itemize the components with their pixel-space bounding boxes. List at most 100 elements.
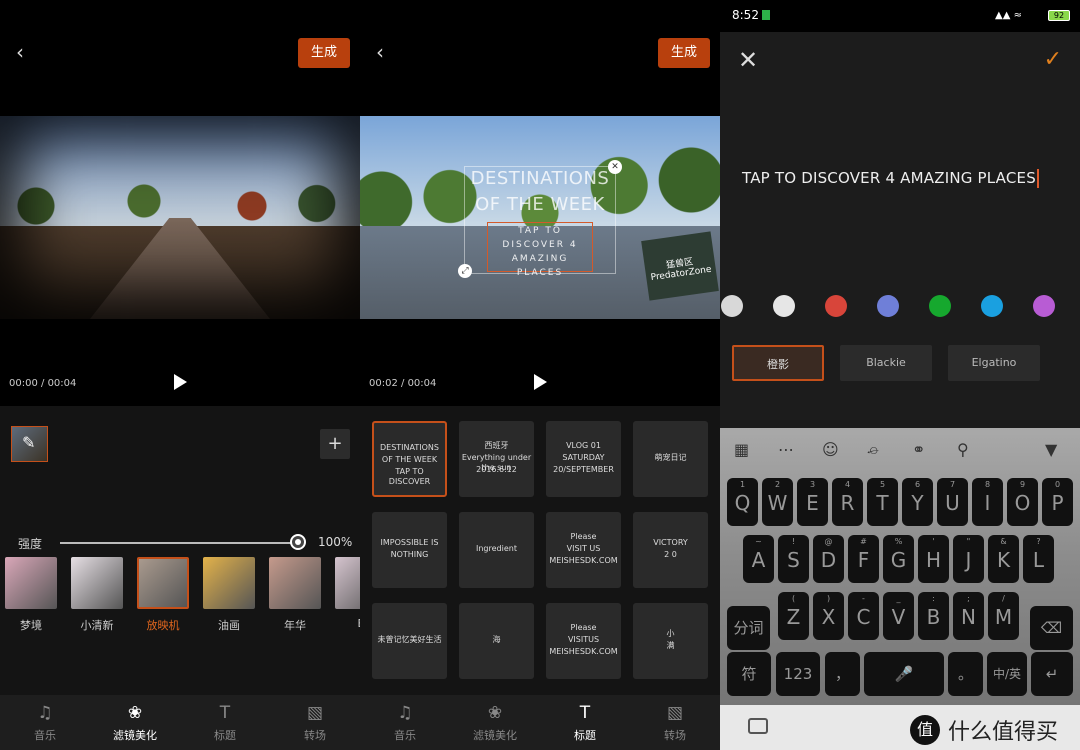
back-icon[interactable]: ‹ xyxy=(370,40,390,64)
key-period[interactable]: 。 xyxy=(948,652,983,696)
generate-button[interactable]: 生成 xyxy=(298,38,350,68)
title-template[interactable]: Please VISIT US MEISHESDK.COM xyxy=(546,512,621,588)
key-z[interactable]: (Z xyxy=(778,592,809,640)
key-b[interactable]: :B xyxy=(918,592,949,640)
key-x[interactable]: ) X xyxy=(813,592,844,640)
color-swatch[interactable] xyxy=(773,295,795,317)
font-option[interactable]: 橙影 xyxy=(732,345,824,381)
color-swatch[interactable] xyxy=(721,295,743,317)
title-template[interactable]: 小满 xyxy=(633,603,708,679)
key-y[interactable]: 6Y xyxy=(902,478,933,526)
link-icon[interactable]: ⚭ xyxy=(912,440,925,460)
nav-item[interactable]: ▧ 转场 xyxy=(270,695,360,750)
keyboard-layout-icon[interactable]: ⋯ xyxy=(778,440,794,460)
play-icon[interactable] xyxy=(174,374,187,390)
title-template[interactable]: 西班牙 Everything under the sun 2016.6.12 xyxy=(459,421,534,497)
key-backspace[interactable]: ⌫ xyxy=(1030,606,1073,650)
key-s[interactable]: ! S xyxy=(778,535,809,583)
filter-item[interactable]: 小清新 xyxy=(71,557,123,637)
template-text: NOTHING xyxy=(390,550,429,559)
title-template[interactable]: VICTORY 2 0 xyxy=(633,512,708,588)
font-option[interactable]: Elgatino xyxy=(948,345,1040,381)
filter-item[interactable]: 年华 xyxy=(269,557,321,637)
color-swatch[interactable] xyxy=(1033,295,1055,317)
key-e[interactable]: 3E xyxy=(797,478,828,526)
nav-item[interactable]: ❀ 滤镜美化 xyxy=(90,695,180,750)
key-q[interactable]: 1Q xyxy=(727,478,758,526)
collapse-keyboard-icon[interactable]: ▼ xyxy=(1045,440,1057,460)
key-fenci[interactable]: 分词 xyxy=(727,606,770,650)
confirm-check-icon[interactable]: ✓ xyxy=(1044,46,1062,74)
key-h[interactable]: ' H xyxy=(918,535,949,583)
key-l[interactable]: ? L xyxy=(1023,535,1054,583)
key-comma[interactable]: ， xyxy=(825,652,860,696)
template-text: 2 0 xyxy=(664,550,677,559)
overlay-close-icon[interactable]: ✕ xyxy=(608,160,622,174)
clip-thumbnail[interactable]: ✎ xyxy=(11,426,48,462)
filter-item[interactable]: 梦境 xyxy=(5,557,57,637)
key-n[interactable]: ; N xyxy=(953,592,984,640)
nav-item[interactable]: ▧ 转场 xyxy=(630,695,720,750)
nav-item[interactable]: ♫ 音乐 xyxy=(360,695,450,750)
key-m[interactable]: / M xyxy=(988,592,1019,640)
filter-item[interactable]: 放映机 xyxy=(137,557,189,637)
add-clip-button[interactable]: + xyxy=(320,429,350,459)
template-text: MEISHESDK.COM xyxy=(549,647,618,656)
filter-item[interactable]: 油画 xyxy=(203,557,255,637)
key-p[interactable]: 0P xyxy=(1042,478,1073,526)
title-template[interactable]: 未曾记忆美好生活 xyxy=(372,603,447,679)
title-template[interactable]: 萌宠日记 xyxy=(633,421,708,497)
filter-item[interactable]: E xyxy=(335,557,360,637)
title-template[interactable]: IMPOSSIBLE IS NOTHING xyxy=(372,512,447,588)
overlay-resize-icon[interactable]: ⤢ xyxy=(458,264,472,278)
close-icon[interactable]: ✕ xyxy=(738,46,758,74)
title-template[interactable]: VLOG 01 SATURDAY 20/SEPTEMBER xyxy=(546,421,621,497)
play-icon[interactable] xyxy=(534,374,547,390)
key-r[interactable]: 4R xyxy=(832,478,863,526)
nav-item[interactable]: ♫ 音乐 xyxy=(0,695,90,750)
key-u[interactable]: 7U xyxy=(937,478,968,526)
color-swatch[interactable] xyxy=(981,295,1003,317)
nav-item[interactable]: T 标题 xyxy=(540,695,630,750)
key-voice[interactable]: 🎤 xyxy=(864,652,944,696)
keyboard-grid-icon[interactable]: ▦ xyxy=(734,440,749,460)
cursor-icon[interactable]: ⌮ xyxy=(867,440,879,460)
key-enter[interactable]: ↵ xyxy=(1031,652,1073,696)
keyboard-switch-icon[interactable] xyxy=(748,718,768,734)
key-w[interactable]: 2W xyxy=(762,478,793,526)
template-text: 2016.6.12 xyxy=(476,465,517,474)
video-preview[interactable]: 00:00 / 00:04 xyxy=(0,106,360,406)
key-v[interactable]: _ V xyxy=(883,592,914,640)
strength-slider-knob[interactable] xyxy=(290,534,306,550)
generate-button[interactable]: 生成 xyxy=(658,38,710,68)
back-icon[interactable]: ‹ xyxy=(10,40,30,64)
nav-item[interactable]: ❀ 滤镜美化 xyxy=(450,695,540,750)
key-k[interactable]: & K xyxy=(988,535,1019,583)
key-d[interactable]: @ D xyxy=(813,535,844,583)
key-a[interactable]: ~ A xyxy=(743,535,774,583)
key-language[interactable]: 中/英 xyxy=(987,652,1027,696)
search-icon[interactable]: ⚲ xyxy=(957,440,969,460)
key-i[interactable]: 8I xyxy=(972,478,1003,526)
color-swatch[interactable] xyxy=(929,295,951,317)
key-numbers[interactable]: 123 xyxy=(776,652,820,696)
video-preview[interactable]: 猛兽区 PredatorZone DESTINATIONS OF THE WEE… xyxy=(360,106,720,406)
key-f[interactable]: # F xyxy=(848,535,879,583)
color-swatch[interactable] xyxy=(877,295,899,317)
font-option[interactable]: Blackie xyxy=(840,345,932,381)
strength-slider[interactable] xyxy=(60,542,298,544)
title-template[interactable]: Please VISITUS MEISHESDK.COM xyxy=(546,603,621,679)
emoji-icon[interactable]: ☺ xyxy=(822,440,839,460)
key-g[interactable]: % G xyxy=(883,535,914,583)
key-t[interactable]: 5T xyxy=(867,478,898,526)
key-c[interactable]: -C xyxy=(848,592,879,640)
nav-item[interactable]: T 标题 xyxy=(180,695,270,750)
key-j[interactable]: " J xyxy=(953,535,984,583)
title-template[interactable]: Ingredient xyxy=(459,512,534,588)
key-symbols[interactable]: 符 xyxy=(727,652,771,696)
title-template[interactable]: DESTINATIONS OF THE WEEK TAP TO DISCOVER xyxy=(372,421,447,497)
key-o[interactable]: 9O xyxy=(1007,478,1038,526)
title-template[interactable]: 海 xyxy=(459,603,534,679)
title-text-input[interactable]: TAP TO DISCOVER 4 AMAZING PLACES xyxy=(742,169,1039,188)
color-swatch[interactable] xyxy=(825,295,847,317)
